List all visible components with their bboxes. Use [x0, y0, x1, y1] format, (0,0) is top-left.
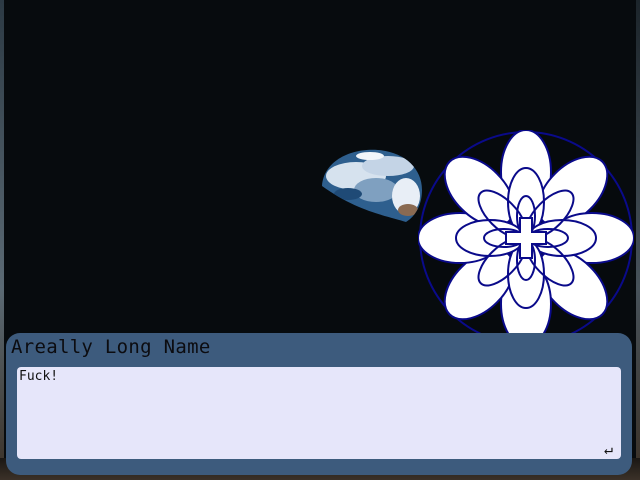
speaker-name: Areally Long Name [11, 336, 211, 358]
advance-indicator-icon[interactable]: ↵ [604, 440, 613, 458]
dialogue-box[interactable]: Areally Long Name Fuck! ↵ [6, 333, 632, 475]
dialogue-text-area[interactable]: Fuck! ↵ [17, 367, 621, 459]
scene-edge-right [636, 0, 640, 480]
scene-edge-left [0, 0, 4, 480]
earth-image [322, 149, 422, 222]
flower-emblem-icon [418, 130, 634, 346]
dialogue-text: Fuck! [19, 369, 59, 384]
